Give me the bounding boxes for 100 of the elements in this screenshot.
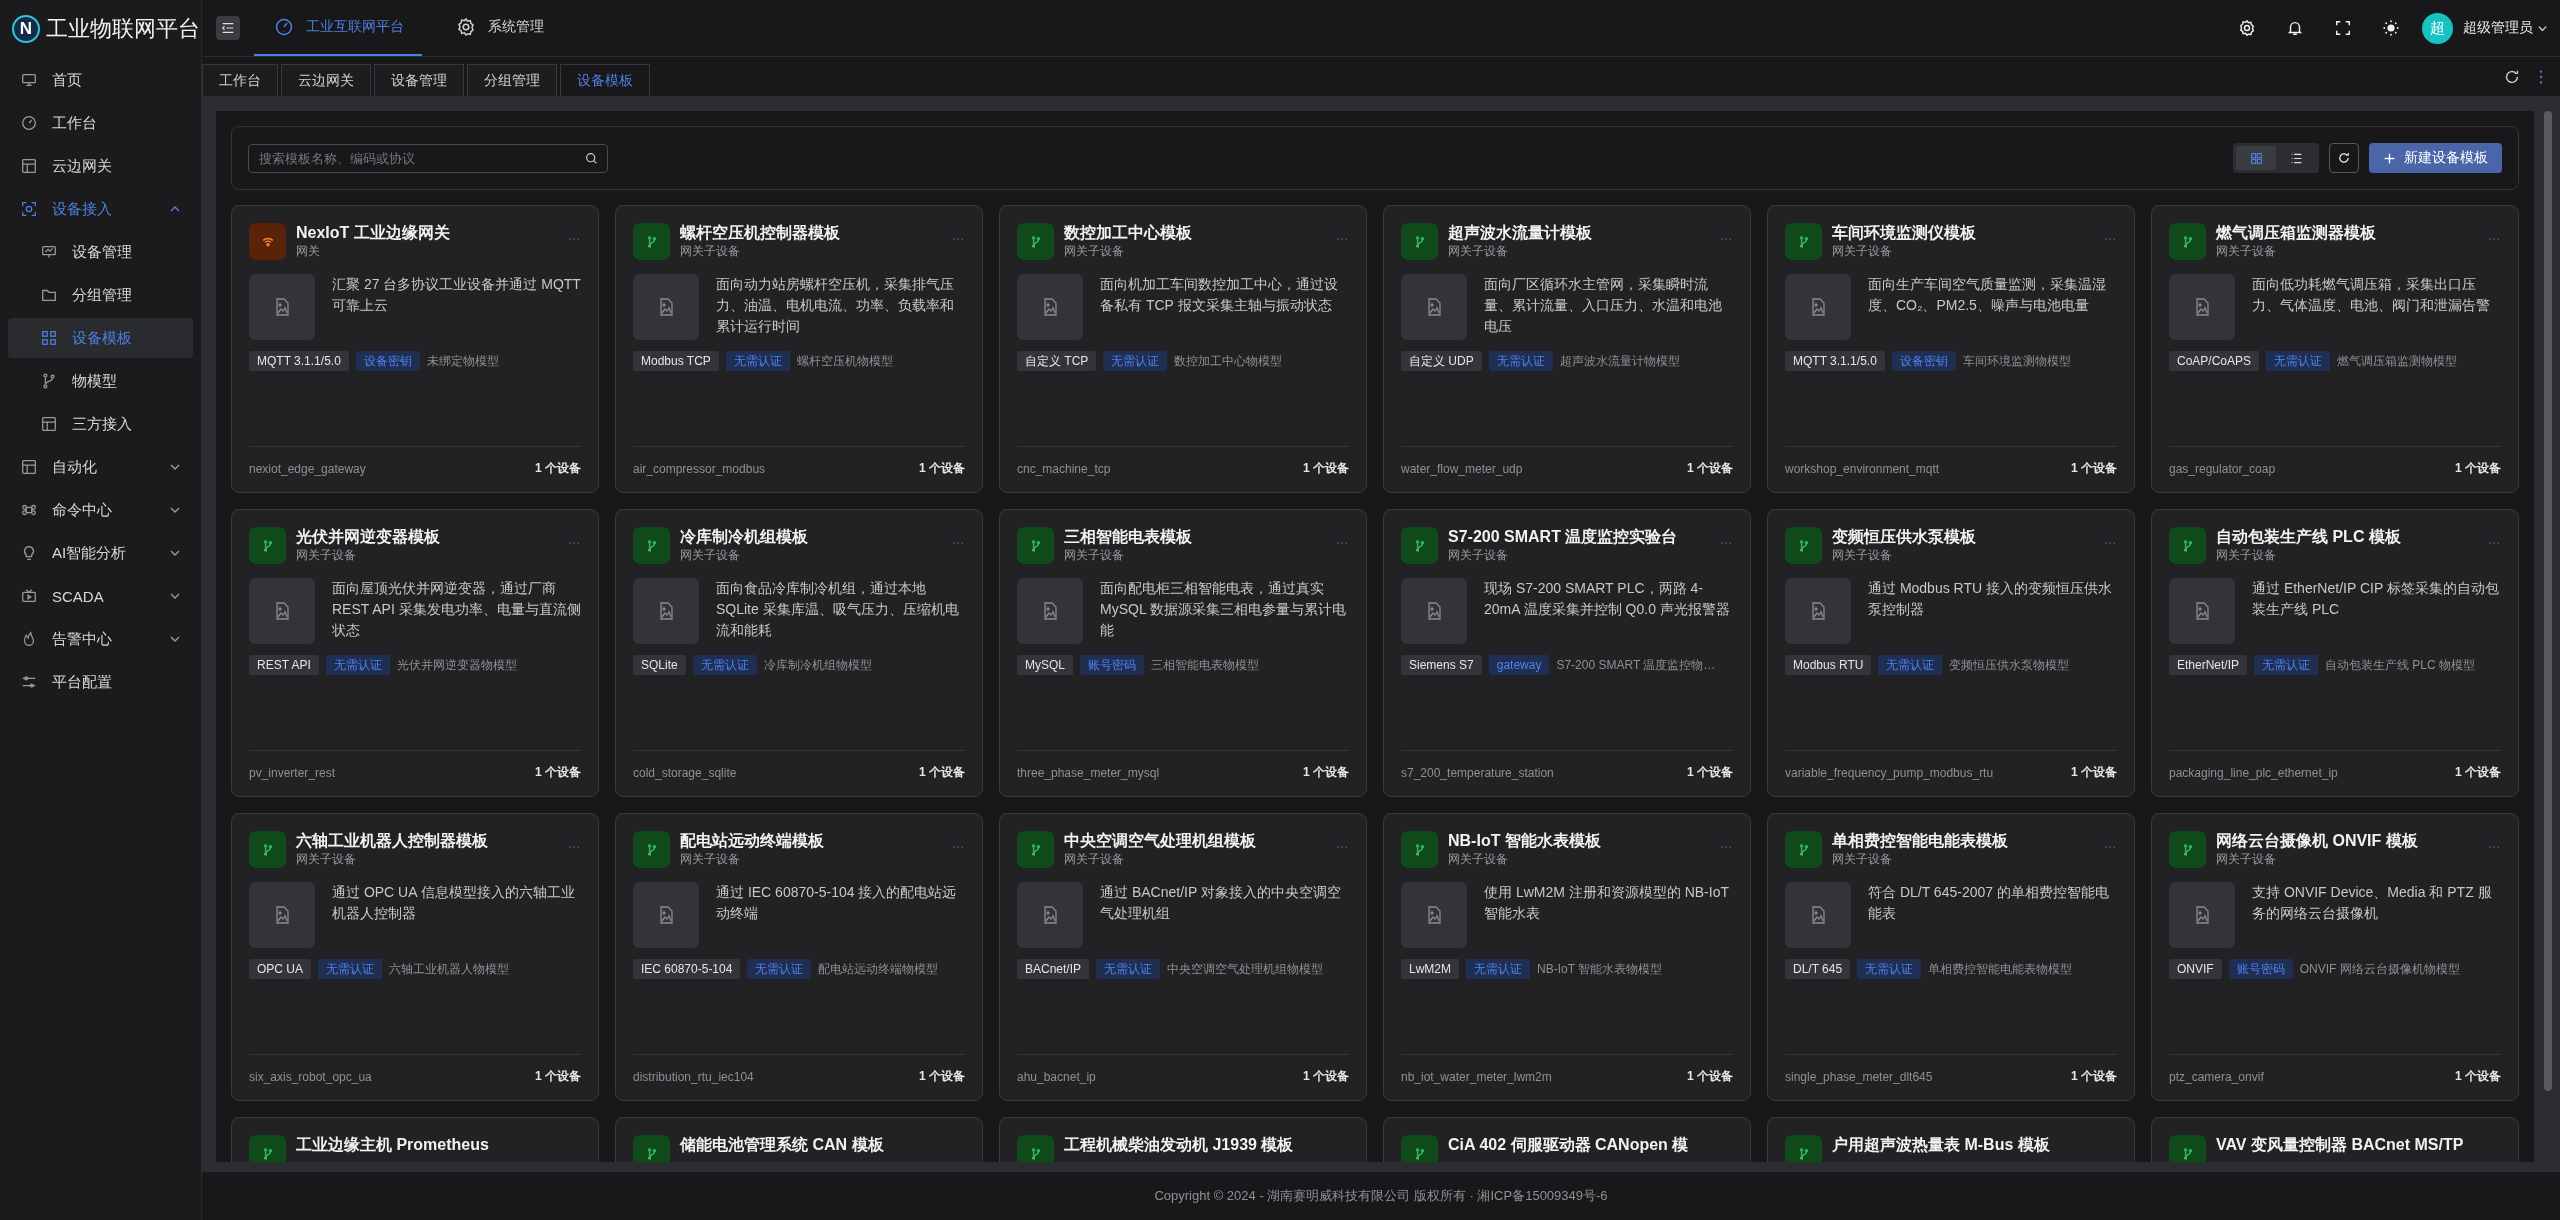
model-name: 中央空调空气处理机组物模型: [1167, 960, 1324, 978]
refresh-icon: [2337, 151, 2351, 165]
sidebar-subitem[interactable]: 设备管理: [8, 232, 193, 272]
template-code: water_flow_meter_udp: [1401, 461, 1523, 476]
card-title: 光伏并网逆变器模板: [296, 527, 441, 547]
template-card[interactable]: 冷库制冷机组模板 网关子设备 面向食品冷库制冷机组，通过本地 SQLite 采集库温、吸气压力、压缩机电流和能耗 SQLite 无需认证 冷库制冷机组物模型 cold_storage_sqlite 1 个设备: [615, 509, 983, 797]
image-placeholder-icon: [249, 578, 315, 644]
sidebar-subitem[interactable]: 三方接入: [8, 404, 193, 444]
branch-icon: [1785, 223, 1822, 260]
sidebar-subitem[interactable]: 设备模板: [8, 318, 193, 358]
create-template-button[interactable]: 新建设备模板: [2369, 143, 2502, 173]
sidebar-item[interactable]: 命令中心: [8, 490, 193, 530]
sidebar-item[interactable]: 自动化: [8, 447, 193, 487]
device-count: 1 个设备: [1303, 1068, 1349, 1085]
template-card[interactable]: 配电站远动终端模板 网关子设备 通过 IEC 60870-5-104 接入的配电站远动终端 IEC 60870-5-104 无需认证 配电站远动终端物模型 distribution_rtu_iec104 1 个设备: [615, 813, 983, 1101]
page-tab[interactable]: 工作台: [202, 64, 278, 96]
template-card[interactable]: S7-200 SMART 温度监控实验台 网关子设备 现场 S7-200 SMART PLC，两路 4-20mA 温度采集并控制 Q0.0 声光报警器 Siemens S7 gateway S7-200 SMART 温度监控物… s7_200_temperature_station 1 个设备: [1383, 509, 1751, 797]
template-card[interactable]: 储能电池管理系统 CAN 模板: [615, 1117, 983, 1162]
fullscreen-icon[interactable]: [2334, 19, 2352, 37]
template-card[interactable]: 单相费控智能电能表模板 网关子设备 符合 DL/T 645-2007 的单相费控智能电能表 DL/T 645 无需认证 单相费控智能电能表物模型 single_phase_meter_dlt645 1 个设备: [1767, 813, 2135, 1101]
protocol-tag: OPC UA: [249, 959, 311, 979]
template-card[interactable]: CiA 402 伺服驱动器 CANopen 模: [1383, 1117, 1751, 1162]
image-placeholder-icon: [1785, 578, 1851, 644]
sidebar-item[interactable]: 告警中心: [8, 619, 193, 659]
sidebar-item[interactable]: 平台配置: [8, 662, 193, 702]
sidebar-item[interactable]: SCADA: [8, 576, 193, 616]
top-nav-tab[interactable]: 系统管理: [436, 0, 562, 56]
template-card[interactable]: 工程机械柴油发动机 J1939 模板: [999, 1117, 1367, 1162]
logo-icon: N: [12, 14, 40, 43]
template-card[interactable]: 超声波水流量计模板 网关子设备 面向厂区循环水主管网，采集瞬时流量、累计流量、入口压力、水温和电池电压 自定义 UDP 无需认证 超声波水流量计物模型 water_flow_meter_udp 1 个设备: [1383, 205, 1751, 493]
auth-tag: 无需认证: [725, 351, 790, 371]
branch-icon: [2169, 223, 2206, 260]
template-card[interactable]: NexIoT 工业边缘网关 网关 汇聚 27 台多协议工业设备并通过 MQTT 可靠上云 MQTT 3.1.1/5.0 设备密钥 未绑定物模型 nexiot_edge_gateway 1 个设备: [231, 205, 599, 493]
auth-tag: 无需认证: [1103, 351, 1168, 371]
device-count: 1 个设备: [1303, 460, 1349, 477]
auth-tag: 无需认证: [747, 959, 812, 979]
search-field[interactable]: 搜索模板名称、编码或协议: [248, 143, 608, 173]
template-card[interactable]: VAV 变风量控制器 BACnet MS/TP: [2151, 1117, 2519, 1162]
template-card[interactable]: 光伏并网逆变器模板 网关子设备 面向屋顶光伏并网逆变器，通过厂商 REST API 采集发电功率、电量与直流侧状态 REST API 无需认证 光伏并网逆变器物模型 pv_inverter_rest 1 个设备: [231, 509, 599, 797]
sidebar-item[interactable]: 首页: [8, 60, 193, 100]
bell-icon[interactable]: [2286, 19, 2304, 37]
template-card[interactable]: 三相智能电表模板 网关子设备 面向配电柜三相智能电表，通过真实 MySQL 数据源采集三相电参量与累计电能 MySQL 账号密码 三相智能电表物模型 three_phase_meter_mysql 1 个设备: [999, 509, 1367, 797]
template-card[interactable]: 网络云台摄像机 ONVIF 模板 网关子设备 支持 ONVIF Device、Media 和 PTZ 服务的网络云台摄像机 ONVIF 账号密码 ONVIF 网络云台摄像机物模型 ptz_camera_onvif 1 个设备: [2151, 813, 2519, 1101]
protocol-tag: MQTT 3.1.1/5.0: [249, 351, 349, 371]
device-type: 网关子设备: [1064, 851, 1125, 868]
card-description: 面向食品冷库制冷机组，通过本地 SQLite 采集库温、吸气压力、压缩机电流和能耗: [716, 579, 960, 640]
model-name: 配电站远动终端物模型: [818, 960, 939, 978]
page-tab[interactable]: 设备模板: [560, 64, 650, 96]
branch-icon: [1401, 1135, 1438, 1162]
user-name[interactable]: 超级管理员: [2463, 19, 2533, 37]
scrollbar[interactable]: [2544, 111, 2552, 1091]
copyright-text: Copyright © 2024 - 湖南赛明威科技有限公司 版权所有 · 湘ICP备15009349号-6: [1154, 1187, 1608, 1205]
template-card[interactable]: 六轴工业机器人控制器模板 网关子设备 通过 OPC UA 信息模型接入的六轴工业机器人控制器 OPC UA 无需认证 六轴工业机器人物模型 six_axis_robot_opc_ua 1 个设备: [231, 813, 599, 1101]
settings-icon: [456, 17, 476, 37]
template-card[interactable]: NB-IoT 智能水表模板 网关子设备 使用 LwM2M 注册和资源模型的 NB-IoT 智能水表 LwM2M 无需认证 NB-IoT 智能水表物模型 nb_iot_water_meter_lwm2m 1 个设备: [1383, 813, 1751, 1101]
page-tab[interactable]: 云边网关: [281, 64, 371, 96]
device-type: 网关子设备: [680, 547, 741, 564]
refresh-button[interactable]: [2329, 143, 2359, 173]
sun-icon[interactable]: [2382, 19, 2400, 37]
device-count: 1 个设备: [2071, 764, 2117, 781]
template-card[interactable]: 自动包装生产线 PLC 模板 网关子设备 通过 EtherNet/IP CIP 标签采集的自动包装生产线 PLC EtherNet/IP 无需认证 自动包装生产线 PLC 物模型 packaging_line_plc_ethernet_ip 1 个设备: [2151, 509, 2519, 797]
template-card[interactable]: 燃气调压箱监测器模板 网关子设备 面向低功耗燃气调压箱，采集出口压力、气体温度、电池、阀门和泄漏告警 CoAP/CoAPS 无需认证 燃气调压箱监测物模型 gas_regulator_coap 1 个设备: [2151, 205, 2519, 493]
card-description: 面向屋顶光伏并网逆变器，通过厂商 REST API 采集发电功率、电量与直流侧状态: [332, 579, 581, 640]
image-placeholder-icon: [633, 882, 699, 948]
app-title: 工业物联网平台: [46, 14, 200, 43]
image-placeholder-icon: [1017, 578, 1083, 644]
image-placeholder-icon: [1785, 274, 1851, 340]
template-card[interactable]: 车间环境监测仪模板 网关子设备 面向生产车间空气质量监测，采集温湿度、CO₂、PM2.5、噪声与电池电量 MQTT 3.1.1/5.0 设备密钥 车间环境监测物模型 workshop_environment_mqtt 1 个设备: [1767, 205, 2135, 493]
sidebar-item[interactable]: 云边网关: [8, 146, 193, 186]
protocol-tag: MQTT 3.1.1/5.0: [1785, 351, 1885, 371]
card-description: 通过 IEC 60870-5-104 接入的配电站远动终端: [716, 883, 958, 923]
card-title: CiA 402 伺服驱动器 CANopen 模: [1448, 1135, 1690, 1155]
template-card[interactable]: 变频恒压供水泵模板 网关子设备 通过 Modbus RTU 接入的变频恒压供水泵控制器 Modbus RTU 无需认证 变频恒压供水泵物模型 variable_frequency_pump_modbus_rtu 1 个设备: [1767, 509, 2135, 797]
sidebar-item[interactable]: 设备接入: [8, 189, 193, 229]
protocol-tag: SQLite: [633, 655, 686, 675]
protocol-tag: Modbus TCP: [633, 351, 719, 371]
menu-toggle-button[interactable]: [216, 16, 240, 40]
template-card[interactable]: 工业边缘主机 Prometheus: [231, 1117, 599, 1162]
page-tab[interactable]: 分组管理: [467, 64, 557, 96]
template-card[interactable]: 户用超声波热量表 M-Bus 模板: [1767, 1117, 2135, 1162]
top-nav-tab[interactable]: 工业互联网平台: [254, 0, 422, 56]
dashboard-icon: [274, 17, 294, 37]
card-title: 车间环境监测仪模板: [1832, 223, 1977, 243]
menu-icon: [221, 21, 235, 35]
device-count: 1 个设备: [535, 1068, 581, 1085]
sidebar-item[interactable]: AI智能分析: [8, 533, 193, 573]
branch-icon: [1785, 527, 1822, 564]
device-type: 网关子设备: [680, 851, 741, 868]
branch-icon: [1017, 831, 1054, 868]
sidebar-item[interactable]: 工作台: [8, 103, 193, 143]
sidebar-subitem[interactable]: 分组管理: [8, 275, 193, 315]
auth-tag: 设备密钥: [355, 351, 420, 371]
branch-icon: [249, 527, 286, 564]
page-tab[interactable]: 设备管理: [374, 64, 464, 96]
template-card[interactable]: 中央空调空气处理机组模板 网关子设备 通过 BACnet/IP 对象接入的中央空调空气处理机组 BACnet/IP 无需认证 中央空调空气处理机组物模型 ahu_bacnet_ip 1 个设备: [999, 813, 1367, 1101]
device-count: 1 个设备: [1303, 764, 1349, 781]
settings-icon[interactable]: [2238, 19, 2256, 37]
template-card[interactable]: 螺杆空压机控制器模板 网关子设备 面向动力站房螺杆空压机，采集排气压力、油温、电机电流、功率、负载率和累计运行时间 Modbus TCP 无需认证 螺杆空压机物模型 air_compressor_modbus 1 个设备: [615, 205, 983, 493]
sidebar-subitem[interactable]: 物模型: [8, 361, 193, 401]
template-card[interactable]: 数控加工中心模板 网关子设备 面向机加工车间数控加工中心，通过设备私有 TCP 报文采集主轴与振动状态 自定义 TCP 无需认证 数控加工中心物模型 cnc_machine_tcp 1 个设备: [999, 205, 1367, 493]
